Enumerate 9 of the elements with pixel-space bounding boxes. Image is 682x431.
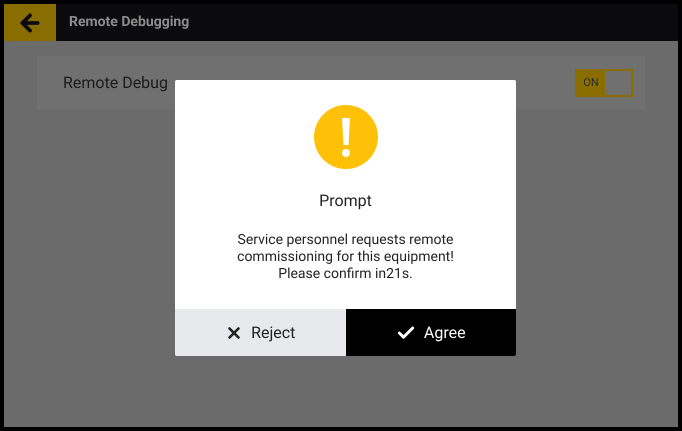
dialog-title: Prompt [319, 190, 372, 212]
reject-button[interactable]: Reject [175, 309, 346, 356]
back-button[interactable] [4, 4, 56, 41]
header-title: Remote Debugging [69, 13, 190, 32]
toggle-thumb [605, 71, 631, 95]
agree-button[interactable]: Agree [346, 309, 516, 356]
dialog-message: Service personnel requests remote commissioning for this equipment! Please confirm in21s. [237, 232, 454, 283]
setting-label: Remote Debug [63, 72, 168, 94]
warning-icon [314, 105, 378, 169]
